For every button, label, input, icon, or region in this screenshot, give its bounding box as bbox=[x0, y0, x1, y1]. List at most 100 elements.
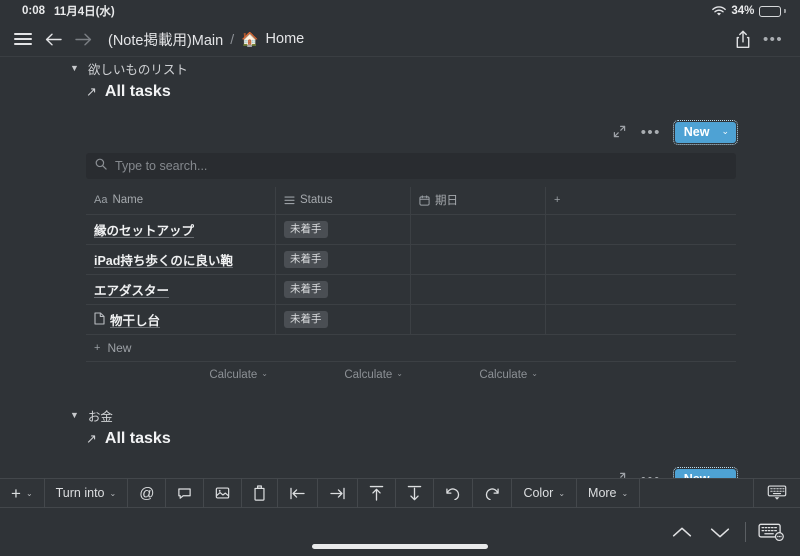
database-title-label: All tasks bbox=[104, 430, 171, 447]
indent-button[interactable] bbox=[318, 478, 359, 508]
triangle-down-icon[interactable]: ▼ bbox=[70, 63, 79, 73]
color-button[interactable]: Color ⌄ bbox=[512, 478, 578, 508]
home-indicator bbox=[312, 544, 488, 549]
cell-name[interactable]: iPad持ち歩くのに良い鞄 bbox=[86, 245, 276, 274]
table-row[interactable]: 縁のセットアップ 未着手 bbox=[86, 215, 736, 245]
expand-icon bbox=[613, 125, 625, 138]
trash-icon bbox=[254, 485, 266, 501]
table-row[interactable]: エアダスター 未着手 bbox=[86, 275, 736, 305]
keyboard-button[interactable] bbox=[752, 515, 790, 549]
cell-duedate[interactable] bbox=[411, 275, 546, 304]
cell-duedate[interactable] bbox=[411, 215, 546, 244]
ios-status-bar: 0:08 11月4日(水) 34% bbox=[0, 0, 800, 22]
column-label: 期日 bbox=[435, 195, 458, 207]
plus-icon: + bbox=[11, 483, 21, 503]
share-button[interactable] bbox=[728, 24, 758, 54]
database-title-money[interactable]: ↗ All tasks bbox=[0, 426, 800, 452]
undo-button[interactable] bbox=[434, 478, 474, 508]
database-table-wishlist: Aa Name Status 期日 + 縁のセットアップ 未着手 iPad持ち歩… bbox=[86, 187, 736, 388]
editor-toolbar: + ⌄ Turn into ⌄ @ Color ⌄ More ⌄ bbox=[0, 478, 800, 508]
cell-status[interactable]: 未着手 bbox=[276, 275, 411, 304]
breadcrumb-separator: / bbox=[230, 31, 235, 47]
column-label: Status bbox=[300, 194, 333, 206]
comment-icon bbox=[178, 487, 192, 499]
add-block-button[interactable]: + ⌄ bbox=[0, 478, 45, 508]
calculate-label: Calculate bbox=[479, 369, 528, 381]
cell-duedate[interactable] bbox=[411, 245, 546, 274]
color-label: Color bbox=[523, 486, 554, 500]
cell-name[interactable]: 縁のセットアップ bbox=[86, 215, 276, 244]
comment-button[interactable] bbox=[166, 478, 205, 508]
chevron-down-icon: ⌄ bbox=[558, 488, 566, 498]
cell-duedate[interactable] bbox=[411, 305, 546, 334]
indent-icon bbox=[330, 487, 346, 499]
sidebar-toggle-button[interactable] bbox=[8, 24, 38, 54]
date-property-icon bbox=[419, 194, 430, 206]
move-up-button[interactable] bbox=[358, 478, 397, 508]
calculate-label: Calculate bbox=[209, 369, 258, 381]
triangle-down-icon[interactable]: ▼ bbox=[70, 410, 79, 420]
database-more-button[interactable]: ••• bbox=[641, 125, 661, 140]
hide-keyboard-button[interactable] bbox=[754, 485, 800, 501]
more-options-button[interactable]: ••• bbox=[758, 24, 788, 54]
add-column-button[interactable]: + bbox=[546, 187, 736, 214]
row-name-text: 物干し台 bbox=[110, 314, 161, 328]
redo-button[interactable] bbox=[473, 478, 513, 508]
expand-button[interactable] bbox=[613, 125, 627, 139]
column-header-status[interactable]: Status bbox=[276, 187, 411, 214]
calculate-button-status[interactable]: Calculate ⌄ bbox=[276, 362, 411, 388]
section-header-wishlist[interactable]: ▼ 欲しいものリスト bbox=[0, 57, 800, 79]
section-header-money[interactable]: ▼ お金 bbox=[0, 404, 800, 426]
delete-button[interactable] bbox=[242, 478, 279, 508]
keyboard-icon bbox=[758, 523, 784, 542]
turn-into-button[interactable]: Turn into ⌄ bbox=[45, 478, 129, 508]
image-button[interactable] bbox=[204, 478, 243, 508]
forward-button[interactable] bbox=[68, 24, 98, 54]
bottom-bar bbox=[0, 508, 800, 556]
cell-status[interactable]: 未着手 bbox=[276, 305, 411, 334]
section-title: 欲しいものリスト bbox=[87, 62, 188, 77]
chevron-down-icon: ⌄ bbox=[396, 369, 403, 378]
cell-status[interactable]: 未着手 bbox=[276, 215, 411, 244]
chevron-down-icon: ⌄ bbox=[531, 369, 538, 378]
chevron-down-icon[interactable]: ⌄ bbox=[721, 126, 729, 137]
cell-status[interactable]: 未着手 bbox=[276, 245, 411, 274]
breadcrumb-item-home[interactable]: Home bbox=[266, 31, 305, 47]
new-row-button[interactable]: + New bbox=[86, 335, 736, 362]
status-time: 0:08 bbox=[22, 5, 46, 17]
column-label: Name bbox=[112, 194, 144, 206]
database-title-wishlist[interactable]: ↗ All tasks bbox=[0, 79, 800, 105]
search-placeholder: Type to search... bbox=[115, 159, 208, 173]
turn-into-label: Turn into bbox=[55, 486, 105, 500]
column-header-duedate[interactable]: 期日 bbox=[411, 187, 546, 214]
move-down-button[interactable] bbox=[396, 478, 435, 508]
cell-name[interactable]: 物干し台 bbox=[86, 305, 276, 334]
more-button[interactable]: More ⌄ bbox=[577, 478, 641, 508]
move-up-icon bbox=[370, 485, 384, 501]
new-button[interactable]: New ⌄ bbox=[672, 119, 739, 145]
outdent-button[interactable] bbox=[278, 478, 319, 508]
back-button[interactable] bbox=[38, 24, 68, 54]
section-title: お金 bbox=[87, 409, 113, 424]
table-row[interactable]: 物干し台 未着手 bbox=[86, 305, 736, 335]
cell-name[interactable]: エアダスター bbox=[86, 275, 276, 304]
arrow-up-right-icon: ↗ bbox=[86, 84, 97, 99]
chevron-down-icon: ⌄ bbox=[261, 369, 268, 378]
navigation-bar: (Note掲載用)Main / 🏠 Home ••• bbox=[0, 22, 800, 56]
previous-field-button[interactable] bbox=[663, 515, 701, 549]
section-money: ▼ お金 ↗ All tasks ••• New ⌄ bbox=[0, 404, 800, 483]
chevron-down-icon: ⌄ bbox=[25, 488, 33, 498]
search-input[interactable]: Type to search... bbox=[86, 153, 736, 179]
page-content: ▼ 欲しいものリスト ↗ All tasks ••• New ⌄ Type to… bbox=[0, 57, 800, 483]
next-field-button[interactable] bbox=[701, 515, 739, 549]
at-icon: @ bbox=[139, 484, 155, 502]
search-icon bbox=[95, 157, 107, 175]
calculate-button-duedate[interactable]: Calculate ⌄ bbox=[411, 362, 546, 388]
column-header-name[interactable]: Aa Name bbox=[86, 187, 276, 214]
breadcrumb-item-main[interactable]: (Note掲載用)Main bbox=[108, 29, 223, 50]
mention-button[interactable]: @ bbox=[128, 478, 167, 508]
table-row[interactable]: iPad持ち歩くのに良い鞄 未着手 bbox=[86, 245, 736, 275]
calculate-button-name[interactable]: Calculate ⌄ bbox=[86, 362, 276, 388]
share-icon bbox=[736, 30, 750, 48]
breadcrumb: (Note掲載用)Main / 🏠 Home bbox=[108, 29, 304, 50]
